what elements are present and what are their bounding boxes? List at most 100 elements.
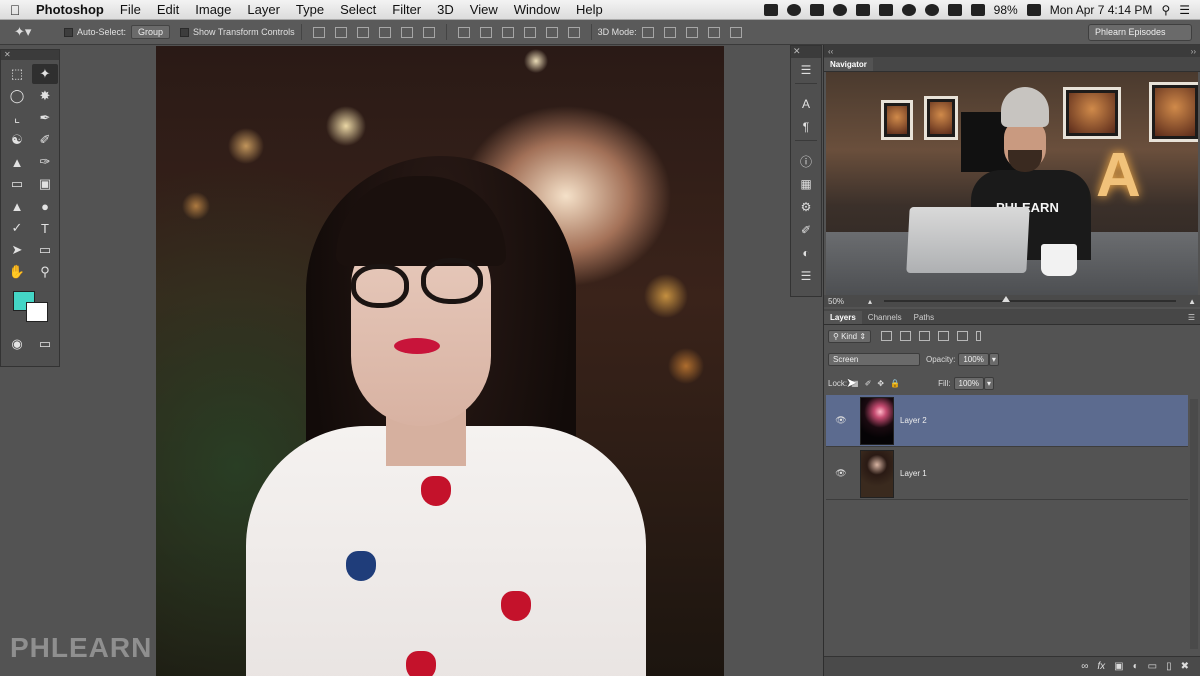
align-horizontal-center-icon[interactable]: [400, 26, 413, 38]
healing-brush-tool-icon[interactable]: ☯: [4, 130, 30, 150]
background-color-swatch[interactable]: [26, 302, 48, 322]
zoom-tool-icon[interactable]: ⚲: [32, 262, 58, 282]
info-panel-icon[interactable]: ⓘ: [795, 150, 817, 172]
fill-slider-toggle[interactable]: ▾: [983, 376, 994, 390]
app-menu[interactable]: Photoshop: [30, 2, 112, 17]
menu-edit[interactable]: Edit: [149, 2, 187, 17]
filter-smart-object-icon[interactable]: [957, 331, 969, 341]
tab-navigator[interactable]: Navigator: [824, 58, 873, 71]
distribute-bottom-icon[interactable]: [501, 26, 514, 38]
eraser-tool-icon[interactable]: ▭: [4, 174, 30, 194]
align-right-icon[interactable]: [422, 26, 435, 38]
align-left-icon[interactable]: [378, 26, 391, 38]
paragraph-panel-icon[interactable]: ¶: [795, 116, 817, 138]
volume-icon[interactable]: [970, 3, 985, 16]
wifi-icon[interactable]: [947, 3, 962, 16]
brushes-panel-icon[interactable]: ✐: [795, 219, 817, 241]
menu-view[interactable]: View: [462, 2, 506, 17]
new-adjustment-layer-icon[interactable]: ◐: [1133, 661, 1139, 672]
3d-rotate-icon[interactable]: [641, 26, 654, 38]
workspace-dropdown[interactable]: Phlearn Episodes: [1088, 23, 1192, 41]
delete-layer-trash-icon[interactable]: ✖: [1181, 661, 1189, 672]
fx-icon[interactable]: fx: [1097, 661, 1105, 672]
move-tool-preset-icon[interactable]: ✦▾: [14, 22, 54, 42]
distribute-right-icon[interactable]: [567, 26, 580, 38]
align-top-icon[interactable]: [312, 26, 325, 38]
lock-image-icon[interactable]: ✐: [865, 379, 872, 388]
zoom-in-icon[interactable]: ▲: [1188, 297, 1196, 306]
panel-menu-icon[interactable]: ☰: [1182, 311, 1200, 324]
opacity-slider-toggle[interactable]: ▾: [988, 352, 999, 366]
3d-pan-icon[interactable]: [685, 26, 698, 38]
visibility-eye-icon[interactable]: 👁: [834, 415, 848, 426]
eyedropper-tool-icon[interactable]: ✒: [32, 108, 58, 128]
distribute-center-icon[interactable]: [479, 26, 492, 38]
filter-shape-icon[interactable]: [938, 331, 950, 341]
search-icon[interactable]: ⚲: [1161, 3, 1170, 17]
menu-type[interactable]: Type: [288, 2, 332, 17]
navigator-preview[interactable]: PHLEARN A: [826, 72, 1198, 295]
clock[interactable]: Mon Apr 7 4:14 PM: [1050, 3, 1153, 17]
adjustments-panel-icon[interactable]: ◐: [795, 242, 817, 264]
screen-mode-icon[interactable]: ▭: [32, 334, 58, 354]
zoom-slider-handle[interactable]: [1002, 296, 1011, 302]
3d-slide-icon[interactable]: [707, 26, 720, 38]
time-machine-icon[interactable]: [901, 3, 916, 16]
tab-layers[interactable]: Layers: [824, 311, 862, 324]
zoom-out-icon[interactable]: ▴: [868, 297, 872, 306]
show-transform-checkbox[interactable]: [180, 27, 190, 37]
layer-row-layer-1[interactable]: 👁 Layer 1: [826, 448, 1188, 500]
menu-select[interactable]: Select: [332, 2, 384, 17]
bluetooth-icon[interactable]: [924, 3, 939, 16]
menu-layer[interactable]: Layer: [239, 2, 288, 17]
shape-tool-icon[interactable]: ▭: [32, 240, 58, 260]
auto-select-dropdown[interactable]: Group: [131, 25, 171, 39]
align-vertical-center-icon[interactable]: [334, 26, 347, 38]
hand-tool-icon[interactable]: ✋: [4, 262, 30, 282]
menu-file[interactable]: File: [112, 2, 149, 17]
lock-position-icon[interactable]: ✥: [877, 379, 884, 388]
apple-menu-icon[interactable]: : [0, 2, 30, 18]
history-panel-icon[interactable]: ☰: [795, 59, 817, 81]
navigator-header[interactable]: ‹‹ ››: [824, 45, 1200, 57]
layers-scrollbar[interactable]: [1190, 399, 1198, 649]
blur-tool-icon[interactable]: ▲: [4, 196, 30, 216]
crop-tool-icon[interactable]: ⌞: [4, 108, 30, 128]
notification-center-icon[interactable]: ☰: [1179, 3, 1190, 17]
filter-pixel-icon[interactable]: [881, 331, 893, 341]
menu-window[interactable]: Window: [506, 2, 568, 17]
new-layer-icon[interactable]: ▯: [1166, 661, 1172, 672]
visibility-eye-icon[interactable]: 👁: [834, 468, 848, 479]
tab-paths[interactable]: Paths: [908, 311, 940, 324]
menu-filter[interactable]: Filter: [384, 2, 429, 17]
history-brush-tool-icon[interactable]: ✑: [32, 152, 58, 172]
new-group-folder-icon[interactable]: ▭: [1148, 661, 1157, 672]
align-bottom-icon[interactable]: [356, 26, 369, 38]
path-selection-tool-icon[interactable]: ➤: [4, 240, 30, 260]
menu-image[interactable]: Image: [187, 2, 239, 17]
move-tool-icon[interactable]: ✦: [32, 64, 58, 84]
3d-roll-icon[interactable]: [663, 26, 676, 38]
clone-stamp-tool-icon[interactable]: ▲: [4, 152, 30, 172]
zoom-slider[interactable]: [884, 296, 1177, 302]
distribute-hcenter-icon[interactable]: [545, 26, 558, 38]
airplay-icon[interactable]: [878, 3, 893, 16]
navigator-zoom-value[interactable]: 50%: [828, 297, 844, 306]
filter-toggle-icon[interactable]: [976, 331, 982, 341]
document-canvas[interactable]: [60, 46, 788, 676]
document-image[interactable]: [156, 46, 724, 676]
link-layers-icon[interactable]: ∞: [1081, 661, 1088, 672]
magic-wand-tool-icon[interactable]: ✸: [32, 86, 58, 106]
gradient-tool-icon[interactable]: ▣: [32, 174, 58, 194]
layer-name[interactable]: Layer 2: [900, 416, 927, 425]
fill-input[interactable]: 100%: [953, 376, 984, 390]
distribute-top-icon[interactable]: [457, 26, 470, 38]
properties-panel-icon[interactable]: ☰: [795, 265, 817, 287]
creative-cloud-icon[interactable]: [832, 3, 847, 16]
evernote-icon[interactable]: [855, 3, 870, 16]
layer-thumbnail[interactable]: [860, 396, 894, 445]
quick-mask-icon[interactable]: ◉: [4, 334, 30, 354]
swatches-panel-icon[interactable]: ▦: [795, 173, 817, 195]
lasso-tool-icon[interactable]: ◯: [4, 86, 30, 106]
dodge-tool-icon[interactable]: ●: [32, 196, 58, 216]
